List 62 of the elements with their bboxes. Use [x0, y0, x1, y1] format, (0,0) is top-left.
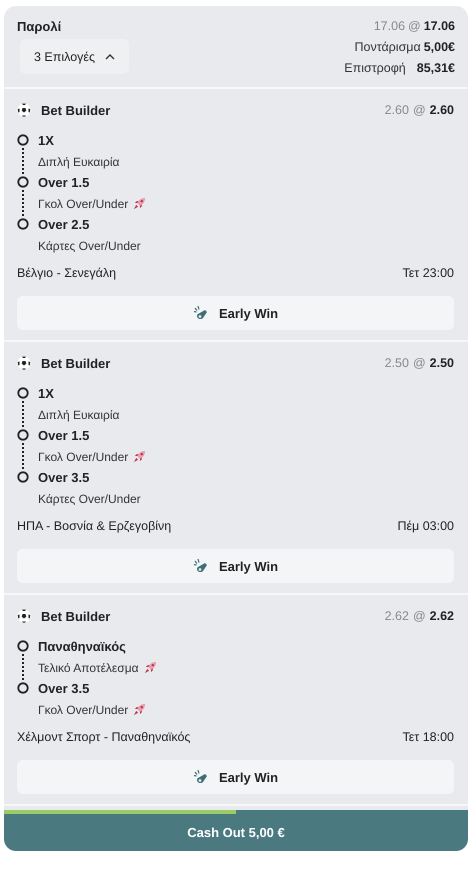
at-sign: @: [412, 103, 426, 117]
market-name: Διπλή Ευκαιρία: [38, 408, 120, 422]
selection-pick: Over 3.5: [38, 469, 90, 487]
selection-pick: Over 1.5: [38, 427, 90, 445]
market-name: Γκολ Over/Under: [38, 196, 128, 210]
selection-circle-icon: [17, 176, 29, 188]
match-name: Βέλγιο - Σενεγάλη: [17, 266, 116, 280]
original-odds: 2.62: [384, 609, 409, 623]
selection-circle-icon: [17, 429, 29, 441]
at-sign: @: [412, 356, 426, 370]
whistle-icon: [192, 769, 209, 785]
football-icon: [17, 103, 31, 117]
early-win-button[interactable]: Early Win: [17, 549, 454, 583]
match-time: Τετ 18:00: [402, 730, 454, 744]
bet-type: Bet Builder: [41, 102, 110, 118]
bet-odds: 2.60: [430, 103, 454, 117]
return-amount: 85,31€: [416, 61, 455, 75]
stake-amount: 5,00€: [424, 40, 455, 54]
match-time: Τετ 23:00: [402, 266, 454, 280]
at-sign: @: [412, 609, 426, 623]
selection-circle-icon: [17, 387, 29, 399]
bet-type: Bet Builder: [41, 356, 110, 370]
football-icon: [17, 609, 31, 623]
market-name: Γκολ Over/Under: [38, 702, 128, 716]
whistle-icon: [192, 558, 209, 574]
football-icon: [17, 356, 31, 370]
selection-pick: 1X: [38, 385, 55, 403]
selection-pick: Παναθηναϊκός: [38, 638, 127, 656]
match-time: Πέμ 03:00: [397, 519, 454, 533]
at-sign: @: [408, 19, 421, 33]
original-odds: 2.60: [384, 103, 409, 117]
bet-odds: 2.50: [430, 356, 454, 370]
chevron-icon: [105, 54, 116, 60]
selection-circle-icon: [17, 682, 29, 694]
market-name: Διπλή Ευκαιρία: [38, 154, 120, 168]
original-odds: 17.06: [374, 19, 406, 33]
match-name: Χέλμοντ Σπορτ - Παναθηναϊκός: [17, 730, 190, 744]
market-name: Κάρτες Over/Under: [38, 492, 141, 506]
selection-circle-icon: [17, 471, 29, 483]
selection-pick: Over 1.5: [38, 174, 90, 192]
market-name: Γκολ Over/Under: [38, 450, 128, 464]
selection-circle-icon: [17, 134, 29, 146]
selection-pick: Over 3.5: [38, 680, 90, 698]
return-label: Επιστροφή: [344, 61, 406, 75]
early-win-button[interactable]: Early Win: [17, 296, 454, 330]
selection-pick: Over 2.5: [38, 216, 90, 234]
early-win-button[interactable]: Early Win: [17, 760, 454, 794]
selection-circle-icon: [17, 218, 29, 230]
selection-circle-icon: [17, 640, 29, 652]
cash-out-button[interactable]: Cash Out 5,00 €: [4, 814, 468, 851]
selections-toggle[interactable]: 3 Επιλογές: [20, 39, 130, 74]
total-odds: 17.06: [424, 19, 455, 33]
market-name: Κάρτες Over/Under: [38, 238, 141, 252]
whistle-icon: [192, 305, 209, 321]
stake-label: Ποντάρισμα: [354, 40, 421, 54]
selection-pick: 1X: [38, 132, 55, 150]
bet-odds: 2.62: [430, 609, 454, 623]
slip-title: Παρολί: [17, 19, 62, 34]
market-name: Τελικό Αποτέλεσμα: [38, 660, 139, 674]
bet-type: Bet Builder: [41, 608, 110, 624]
match-name: ΗΠΑ - Βοσνία & Ερζεγοβίνη: [17, 519, 172, 533]
original-odds: 2.50: [384, 356, 409, 370]
